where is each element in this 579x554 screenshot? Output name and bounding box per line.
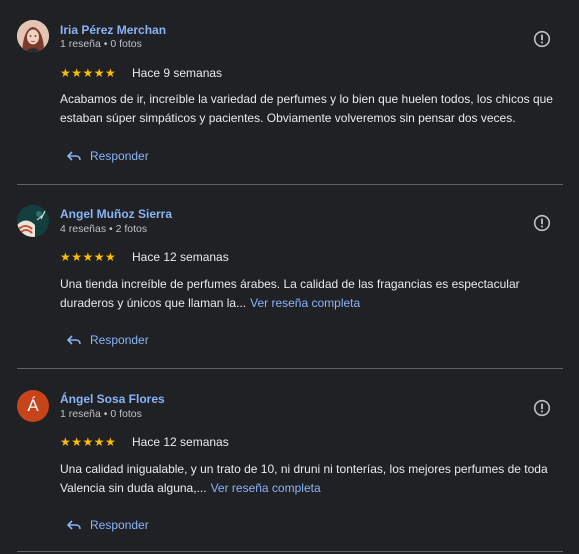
reply-label: Responder bbox=[90, 333, 149, 347]
rating-row: ★★★★★ Hace 9 semanas bbox=[60, 66, 222, 80]
author-meta: 1 reseña • 0 fotos bbox=[60, 38, 142, 50]
rating-row: ★★★★★ Hace 12 semanas bbox=[60, 435, 229, 449]
review-text: Acabamos de ir, increíble la variedad de… bbox=[60, 90, 565, 128]
author-name[interactable]: Iria Pérez Merchan bbox=[60, 23, 166, 37]
star-rating-icon: ★★★★★ bbox=[60, 435, 117, 449]
avatar[interactable]: Á bbox=[17, 390, 49, 422]
author-meta: 1 reseña • 0 fotos bbox=[60, 408, 142, 420]
divider bbox=[17, 368, 563, 369]
read-more-link[interactable]: Ver reseña completa bbox=[250, 296, 360, 310]
reply-button[interactable]: Responder bbox=[66, 333, 149, 347]
report-icon[interactable] bbox=[533, 214, 551, 232]
avatar-letter: Á bbox=[27, 396, 39, 415]
avatar[interactable] bbox=[17, 205, 49, 237]
divider bbox=[17, 184, 563, 185]
star-rating-icon: ★★★★★ bbox=[60, 66, 117, 80]
profile-photo-icon bbox=[17, 205, 49, 237]
star-rating-icon: ★★★★★ bbox=[60, 250, 117, 264]
reply-icon bbox=[66, 520, 81, 530]
reply-icon bbox=[66, 151, 81, 161]
reply-icon bbox=[66, 335, 81, 345]
author-name[interactable]: Angel Muñoz Sierra bbox=[60, 207, 172, 221]
review-text: Una tienda increíble de perfumes árabes.… bbox=[60, 275, 550, 313]
author-meta: 4 reseñas • 2 fotos bbox=[60, 223, 148, 235]
reply-button[interactable]: Responder bbox=[66, 149, 149, 163]
rating-row: ★★★★★ Hace 12 semanas bbox=[60, 250, 229, 264]
reply-label: Responder bbox=[90, 518, 149, 532]
read-more-link[interactable]: Ver reseña completa bbox=[211, 481, 321, 495]
review-date: Hace 12 semanas bbox=[132, 250, 229, 264]
review-date: Hace 12 semanas bbox=[132, 435, 229, 449]
profile-photo-icon bbox=[17, 20, 49, 52]
report-icon[interactable] bbox=[533, 399, 551, 417]
review-text-body: Acabamos de ir, increíble la variedad de… bbox=[60, 92, 553, 125]
report-icon[interactable] bbox=[533, 30, 551, 48]
divider bbox=[17, 551, 563, 552]
review-date: Hace 9 semanas bbox=[132, 66, 223, 80]
avatar[interactable] bbox=[17, 20, 49, 52]
author-name[interactable]: Ángel Sosa Flores bbox=[60, 392, 165, 406]
reply-button[interactable]: Responder bbox=[66, 518, 149, 532]
reply-label: Responder bbox=[90, 149, 149, 163]
review-text: Una calidad inigualable, y un trato de 1… bbox=[60, 460, 560, 498]
